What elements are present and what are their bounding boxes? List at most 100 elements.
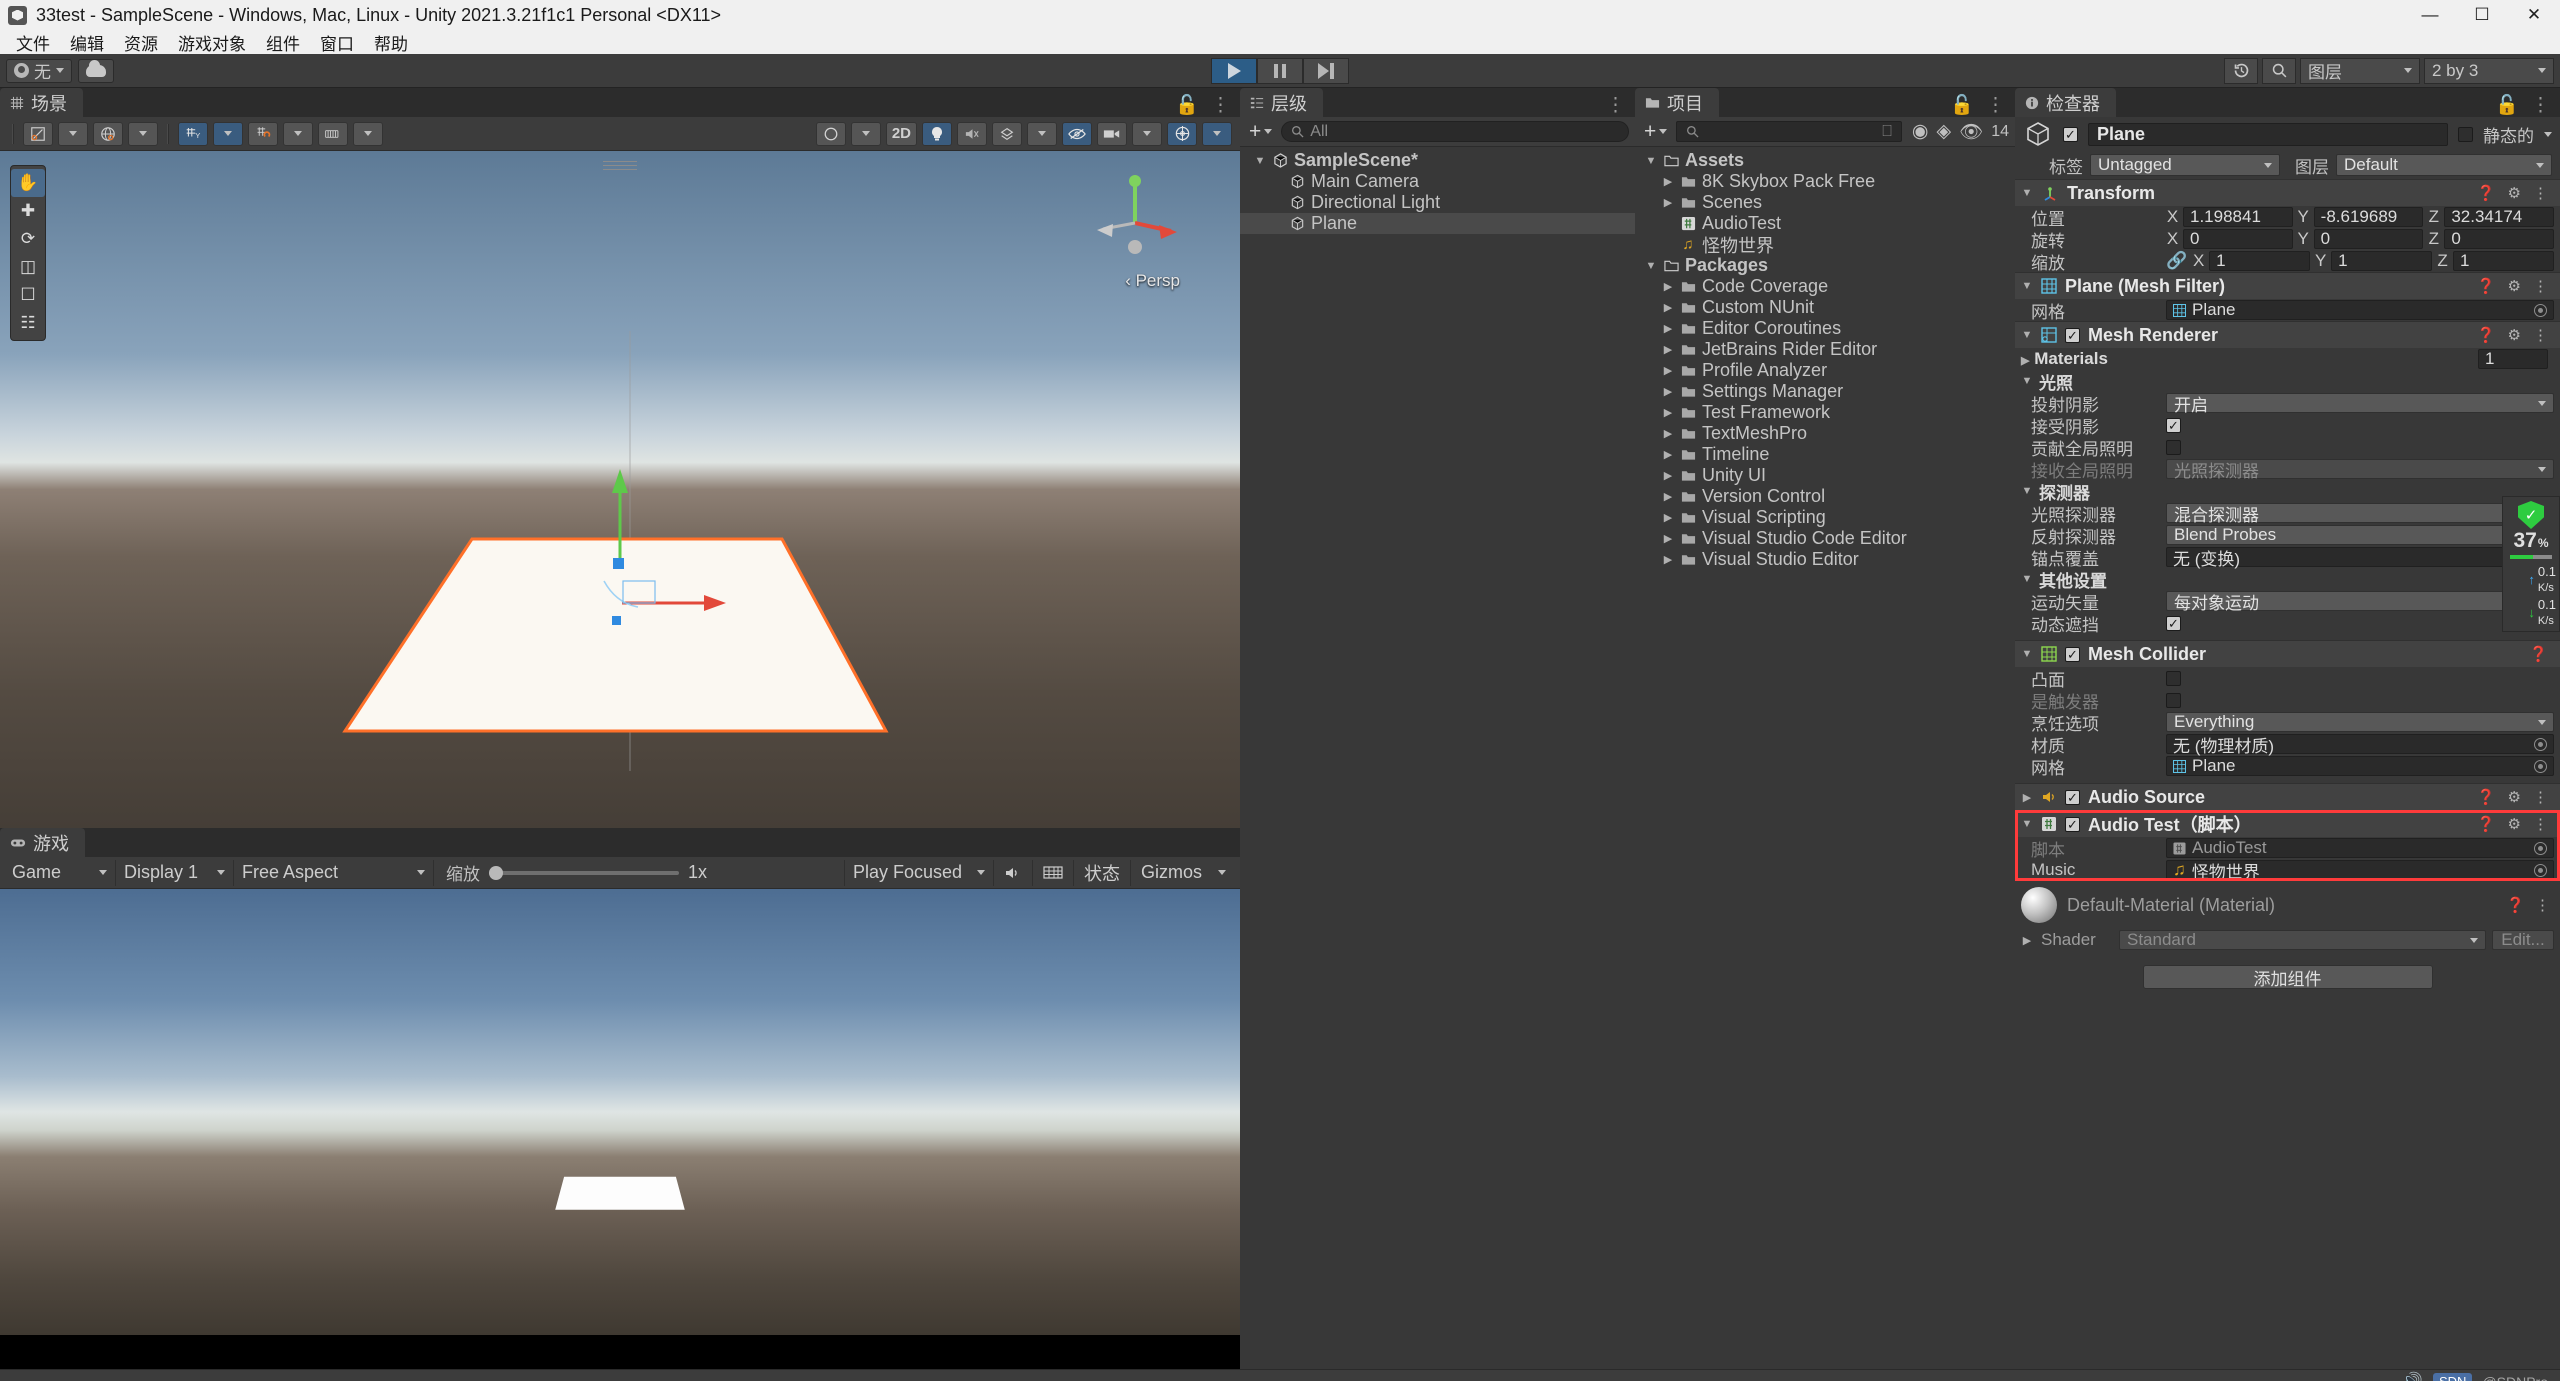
tree-row[interactable]: ▶ Scenes	[1635, 192, 2015, 213]
rect-tool-button[interactable]: ☐	[11, 281, 45, 309]
save-search-icon[interactable]: ⎕	[1882, 123, 1892, 141]
foldout-collapsed-icon[interactable]: ▶	[1662, 343, 1674, 356]
foldout-arrow-icon[interactable]: ▶	[2021, 791, 2033, 804]
ruler-button[interactable]	[318, 121, 348, 146]
audio-status-icon[interactable]: 🔊	[2402, 1372, 2423, 1381]
physic-material-field[interactable]: 无 (物理材质)	[2166, 734, 2554, 756]
account-button[interactable]: 无	[6, 58, 72, 83]
preset-icon[interactable]: ⚙	[2508, 277, 2521, 295]
display-dropdown[interactable]: Display 1	[116, 859, 234, 886]
tree-row[interactable]: ▶ Settings Manager	[1635, 381, 2015, 402]
audio-test-enabled-checkbox[interactable]: ✓	[2065, 816, 2080, 832]
tree-row[interactable]: ▶ Visual Scripting	[1635, 507, 2015, 528]
object-picker-icon[interactable]	[2534, 759, 2547, 773]
foldout-collapsed-icon[interactable]: ▶	[1662, 196, 1674, 209]
help-icon[interactable]: ❓	[2506, 896, 2525, 914]
foldout-arrow-icon[interactable]: ▶	[2021, 934, 2033, 947]
tab-project[interactable]: 项目	[1635, 88, 1719, 117]
mesh-object-field[interactable]: Plane	[2166, 300, 2554, 320]
dynamic-occlusion-checkbox[interactable]: ✓	[2166, 615, 2181, 631]
object-picker-icon[interactable]	[2534, 303, 2547, 317]
component-header-audio-source[interactable]: ▶ ✓ Audio Source ❓ ⚙ ⋮	[2015, 783, 2560, 810]
chevron-down-icon[interactable]	[2544, 131, 2552, 137]
tree-row[interactable]: ▶ Code Coverage	[1635, 276, 2015, 297]
lighting-section[interactable]: ▼ 光照	[2015, 370, 2560, 393]
tree-row[interactable]: Plane	[1240, 213, 1635, 234]
foldout-arrow-icon[interactable]: ▼	[2021, 375, 2033, 387]
scene-orientation-gizmo[interactable]	[1085, 171, 1185, 271]
pause-button[interactable]	[1257, 57, 1303, 84]
game-target-dropdown[interactable]: Game	[4, 859, 116, 886]
audio-toggle-button[interactable]	[957, 121, 987, 146]
position-z-input[interactable]: 32.34174	[2444, 207, 2555, 227]
component-header-mesh-filter[interactable]: ▼ Plane (Mesh Filter) ❓ ⚙ ⋮	[2015, 272, 2560, 299]
menu-item-window[interactable]: 窗口	[310, 28, 364, 57]
camera-toggle-button[interactable]	[1097, 121, 1127, 146]
foldout-collapsed-icon[interactable]: ▶	[1662, 406, 1674, 419]
position-y-input[interactable]: -8.619689	[2313, 207, 2424, 227]
shader-edit-button[interactable]: Edit...	[2492, 930, 2554, 950]
tree-row[interactable]: ▼ Assets	[1635, 150, 2015, 171]
pivot-dropdown[interactable]	[58, 121, 88, 146]
light-probes-dropdown[interactable]: 混合探测器	[2166, 503, 2554, 525]
tree-row[interactable]: ▶ Visual Studio Code Editor	[1635, 528, 2015, 549]
component-header-mesh-renderer[interactable]: ▼ ✓ Mesh Renderer ❓ ⚙ ⋮	[2015, 321, 2560, 348]
tree-row[interactable]: ▼ Packages	[1635, 255, 2015, 276]
grid-axis-button[interactable]: Y	[178, 121, 208, 146]
tree-row[interactable]: ▶ Test Framework	[1635, 402, 2015, 423]
tree-row[interactable]: ▼ SampleScene*	[1240, 150, 1635, 171]
tree-row[interactable]: ▶ Timeline	[1635, 444, 2015, 465]
rotate-tool-button[interactable]: ⟳	[11, 225, 45, 253]
minimize-button[interactable]: —	[2404, 0, 2456, 30]
foldout-expanded-icon[interactable]: ▼	[1645, 260, 1657, 272]
shading-dropdown[interactable]	[850, 121, 881, 146]
foldout-collapsed-icon[interactable]: ▶	[1662, 280, 1674, 293]
tree-row[interactable]: ▶ TextMeshPro	[1635, 423, 2015, 444]
tree-row[interactable]: ▶ Version Control	[1635, 486, 2015, 507]
global-dropdown[interactable]	[128, 121, 158, 146]
static-checkbox[interactable]	[2458, 126, 2473, 142]
grid-snap-button[interactable]	[248, 121, 278, 146]
more-menu-icon[interactable]: ⋮	[2533, 326, 2548, 344]
rotation-z-input[interactable]: 0	[2444, 229, 2555, 249]
constrain-proportions-icon[interactable]: 🔗	[2166, 251, 2187, 271]
scale-y-input[interactable]: 1	[2331, 251, 2433, 271]
preset-icon[interactable]: ⚙	[2508, 184, 2521, 202]
scale-x-input[interactable]: 1	[2209, 251, 2311, 271]
tree-row[interactable]: Directional Light	[1240, 192, 1635, 213]
lock-icon[interactable]: 🔓	[2495, 93, 2519, 117]
rotation-y-input[interactable]: 0	[2313, 229, 2424, 249]
tree-row[interactable]: ▶ 8K Skybox Pack Free	[1635, 171, 2015, 192]
foldout-collapsed-icon[interactable]: ▶	[1662, 469, 1674, 482]
foldout-arrow-icon[interactable]: ▶	[2021, 355, 2029, 367]
more-menu-icon[interactable]: ⋮	[2535, 896, 2554, 914]
project-search-input[interactable]: ⎕	[1676, 121, 1902, 142]
grid-snap-dropdown[interactable]	[283, 121, 313, 146]
menu-item-edit[interactable]: 编辑	[60, 28, 114, 57]
tree-row[interactable]: AudioTest	[1635, 213, 2015, 234]
play-mode-dropdown[interactable]: Play Focused	[843, 859, 994, 886]
cloud-button[interactable]	[78, 58, 114, 83]
tree-row[interactable]: ▶ Profile Analyzer	[1635, 360, 2015, 381]
hand-tool-button[interactable]: ✋	[11, 169, 45, 197]
foldout-arrow-icon[interactable]: ▼	[2021, 573, 2033, 585]
foldout-collapsed-icon[interactable]: ▶	[1662, 448, 1674, 461]
effects-dropdown[interactable]	[1027, 121, 1057, 146]
foldout-collapsed-icon[interactable]: ▶	[1662, 385, 1674, 398]
foldout-arrow-icon[interactable]: ▼	[2021, 648, 2033, 660]
shader-dropdown[interactable]: Standard	[2119, 930, 2486, 950]
filter-type-icon[interactable]: ◉	[1912, 120, 1929, 143]
tag-dropdown[interactable]: Untagged	[2090, 154, 2280, 176]
more-menu-icon[interactable]: ⋮	[1211, 94, 1230, 117]
component-header-transform[interactable]: ▼ Transform ❓ ⚙ ⋮	[2015, 179, 2560, 206]
grid-axis-dropdown[interactable]	[213, 121, 243, 146]
foldout-expanded-icon[interactable]: ▼	[1645, 155, 1657, 167]
menu-item-help[interactable]: 帮助	[364, 28, 418, 57]
hidden-objects-toggle[interactable]	[1062, 121, 1092, 146]
reflection-probes-dropdown[interactable]: Blend Probes	[2166, 525, 2554, 545]
lock-icon[interactable]: 🔓	[1950, 93, 1974, 117]
mesh-renderer-enabled-checkbox[interactable]: ✓	[2065, 327, 2080, 343]
help-icon[interactable]: ❓	[2477, 788, 2496, 806]
foldout-collapsed-icon[interactable]: ▶	[1662, 427, 1674, 440]
other-settings-section[interactable]: ▼ 其他设置	[2015, 568, 2560, 591]
